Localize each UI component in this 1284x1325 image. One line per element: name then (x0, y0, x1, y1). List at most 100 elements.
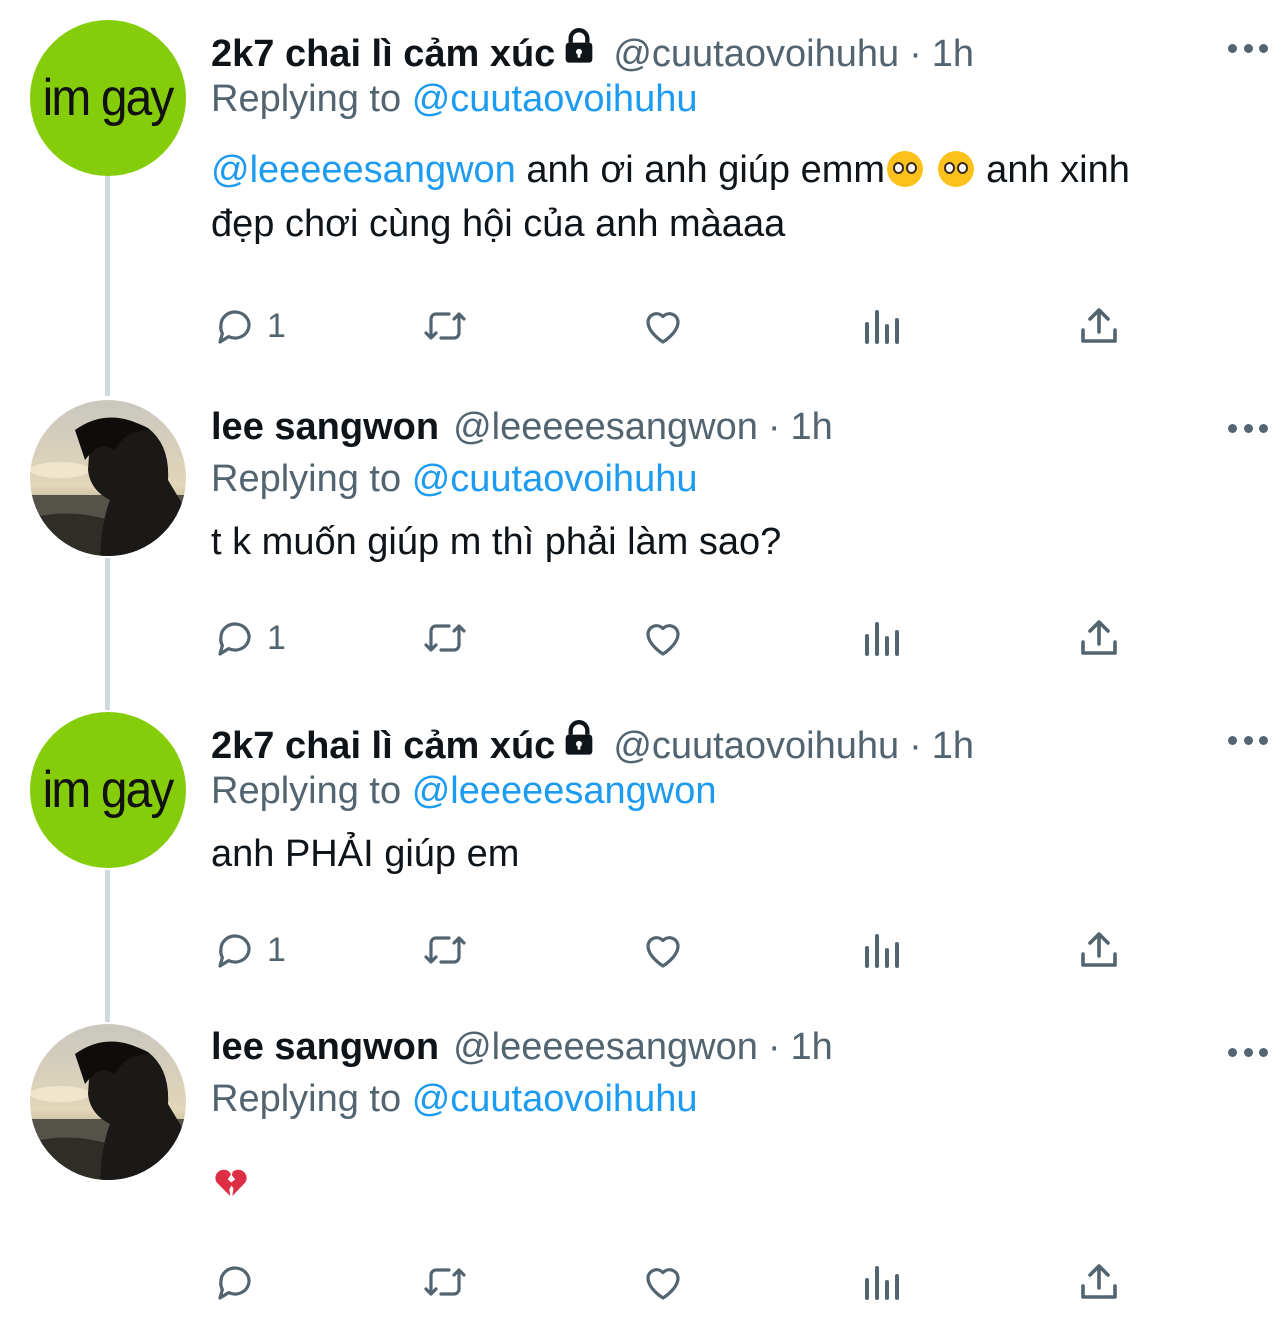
replying-to-link[interactable]: @cuutaovoihuhu (412, 78, 698, 120)
tweet-header: lee sangwon @leeeeesangwon · 1h (211, 1026, 1254, 1078)
username-handle[interactable]: @leeeeesangwon (453, 406, 758, 449)
lock-icon (565, 28, 593, 63)
views-icon (865, 310, 899, 344)
username-handle[interactable]: @cuutaovoihuhu (613, 725, 899, 768)
share-icon (1081, 620, 1117, 655)
replying-to-line: Replying to @cuutaovoihuhu (211, 458, 1254, 501)
profile-photo (30, 400, 186, 556)
views-icon (865, 622, 899, 656)
reply-button[interactable] (211, 1254, 259, 1310)
share-button[interactable] (1075, 1254, 1123, 1310)
tweet[interactable]: im gay 2k7 chai lì cảm xúc @cuutaovoihuh… (0, 692, 1284, 1004)
tweet-text: anh PHẢI giúp em (211, 833, 520, 875)
action-bar: 1 (211, 922, 1131, 978)
tweet-text: t k muốn giúp m thì phải làm sao? (211, 521, 782, 563)
retweet-icon (424, 312, 466, 340)
display-name[interactable]: lee sangwon (211, 406, 439, 449)
like-button[interactable] (639, 610, 687, 666)
views-button[interactable] (857, 1254, 905, 1310)
replying-to-link[interactable]: @cuutaovoihuhu (412, 458, 698, 500)
retweet-button[interactable] (421, 922, 469, 978)
avatar[interactable]: im gay (30, 712, 186, 868)
replying-to-link[interactable]: @leeeeesangwon (412, 770, 717, 812)
tweet-text (211, 1161, 1254, 1201)
replying-prefix: Replying to (211, 78, 402, 120)
views-button[interactable] (857, 610, 905, 666)
reply-count: 1 (267, 306, 286, 345)
action-bar: 1 (211, 610, 1131, 666)
views-icon (865, 934, 899, 968)
timestamp[interactable]: 1h (791, 406, 833, 449)
tweet[interactable]: lee sangwon @leeeeesangwon · 1h Replying… (0, 1004, 1284, 1325)
reply-icon (218, 622, 251, 656)
like-button[interactable] (639, 1254, 687, 1310)
profile-photo (30, 1024, 186, 1180)
share-button[interactable] (1075, 610, 1123, 666)
share-button[interactable] (1075, 298, 1123, 354)
like-icon (646, 1268, 680, 1300)
views-button[interactable] (857, 922, 905, 978)
retweet-icon (424, 936, 466, 964)
tweet-text: @leeeeesangwon anh ơi anh giúp emm anh x… (211, 143, 1191, 251)
username-handle[interactable]: @cuutaovoihuhu (613, 33, 899, 76)
separator: · (767, 406, 781, 448)
timestamp[interactable]: 1h (932, 725, 974, 768)
views-button[interactable] (857, 298, 905, 354)
tweet[interactable]: lee sangwon @leeeeesangwon · 1h Replying… (0, 380, 1284, 692)
like-button[interactable] (639, 922, 687, 978)
retweet-icon (424, 1268, 466, 1296)
replying-to-line: Replying to @cuutaovoihuhu (211, 78, 1254, 121)
retweet-button[interactable] (421, 610, 469, 666)
retweet-icon (424, 624, 466, 652)
tweet[interactable]: im gay 2k7 chai lì cảm xúc @cuutaovoihuh… (0, 0, 1284, 380)
reply-button[interactable]: 1 (211, 922, 286, 978)
avatar-text: im gay (43, 69, 175, 127)
display-name[interactable]: 2k7 chai lì cảm xúc (211, 725, 555, 768)
more-icon[interactable] (1228, 735, 1268, 745)
replying-prefix: Replying to (211, 770, 402, 812)
avatar[interactable]: im gay (30, 20, 186, 176)
reply-icon (218, 1266, 251, 1300)
timestamp[interactable]: 1h (932, 33, 974, 76)
tweet-header: lee sangwon @leeeeesangwon · 1h (211, 406, 1254, 458)
views-icon (865, 1266, 899, 1300)
action-bar (211, 1254, 1131, 1310)
reply-count: 1 (267, 930, 286, 969)
replying-to-link[interactable]: @cuutaovoihuhu (412, 1078, 698, 1120)
replying-prefix: Replying to (211, 458, 402, 500)
pleading-face-emoji-icon (887, 151, 924, 187)
separator: · (909, 33, 922, 75)
avatar-text: im gay (43, 761, 175, 819)
like-icon (646, 624, 680, 656)
reply-icon (218, 310, 251, 344)
separator: · (767, 1026, 781, 1068)
reply-button[interactable]: 1 (211, 610, 286, 666)
replying-to-line: Replying to @leeeeesangwon (211, 770, 1254, 813)
retweet-button[interactable] (421, 1254, 469, 1310)
lock-icon (565, 720, 593, 755)
more-icon[interactable] (1228, 423, 1268, 433)
reply-icon (218, 934, 251, 968)
share-icon (1081, 308, 1117, 343)
avatar[interactable] (30, 400, 186, 556)
tweet-header: 2k7 chai lì cảm xúc @cuutaovoihuhu · 1h (211, 26, 1254, 78)
retweet-button[interactable] (421, 298, 469, 354)
broken-heart-emoji-icon (215, 1169, 247, 1196)
more-icon[interactable] (1228, 43, 1268, 53)
timestamp[interactable]: 1h (791, 1026, 833, 1069)
username-handle[interactable]: @leeeeesangwon (453, 1026, 758, 1069)
share-icon (1081, 932, 1117, 967)
avatar[interactable] (30, 1024, 186, 1180)
replying-to-line: Replying to @cuutaovoihuhu (211, 1078, 1254, 1121)
tweet-text-part: anh ơi anh giúp emm (515, 149, 886, 191)
share-button[interactable] (1075, 922, 1123, 978)
reply-count: 1 (267, 618, 286, 657)
display-name[interactable]: 2k7 chai lì cảm xúc (211, 33, 555, 76)
mention-link[interactable]: @leeeeesangwon (211, 149, 516, 191)
like-button[interactable] (639, 298, 687, 354)
display-name[interactable]: lee sangwon (211, 1026, 439, 1069)
reply-button[interactable]: 1 (211, 298, 286, 354)
more-icon[interactable] (1228, 1047, 1268, 1057)
like-icon (646, 936, 680, 968)
replying-prefix: Replying to (211, 1078, 402, 1120)
